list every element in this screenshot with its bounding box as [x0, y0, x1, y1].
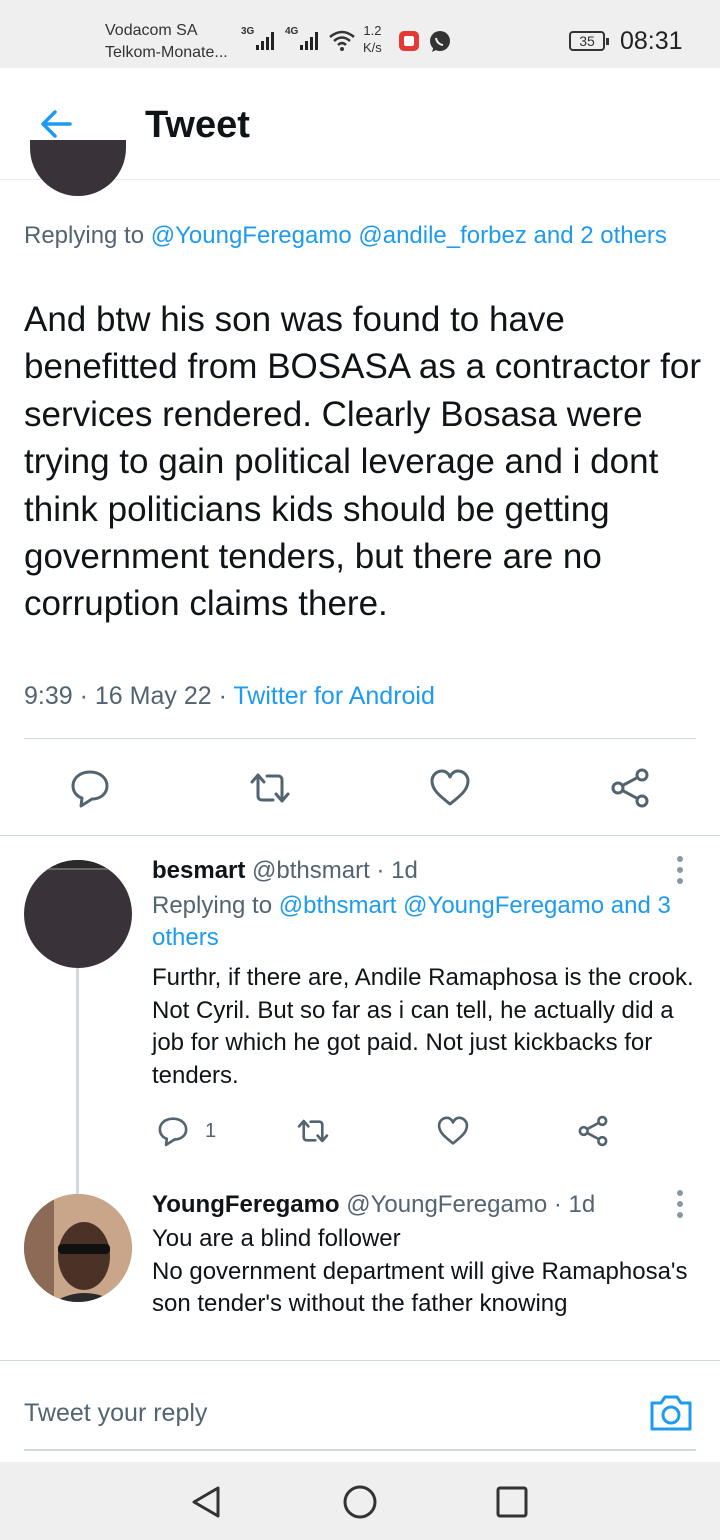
network-speed: 1.2 K/s — [363, 22, 382, 56]
reply-header: besmart @bthsmart · 1d — [152, 857, 418, 884]
reply-author-name[interactable]: besmart — [152, 857, 245, 884]
carrier-1: Vodacom SA — [105, 22, 198, 39]
replying-to-users[interactable]: @YoungFeregamo @andile_forbez — [151, 222, 527, 249]
reply-icon — [158, 1117, 188, 1147]
speed-value: 1.2 — [363, 23, 382, 38]
like-icon — [430, 769, 470, 806]
reply-input[interactable]: Tweet your reply — [24, 1399, 207, 1428]
avatar[interactable] — [24, 860, 132, 968]
author-avatar[interactable] — [30, 140, 126, 196]
camera-icon[interactable] — [648, 1391, 694, 1433]
nav-home-icon[interactable] — [340, 1482, 380, 1522]
nav-recents-icon[interactable] — [492, 1482, 532, 1522]
share-icon — [578, 1115, 608, 1147]
retweet-button[interactable] — [248, 766, 292, 810]
reply-icon — [71, 770, 109, 808]
signal-1-icon — [256, 30, 274, 50]
page-title: Tweet — [145, 104, 250, 146]
reply-header: YoungFeregamo @YoungFeregamo · 1d — [152, 1191, 596, 1218]
reply-age: 1d — [391, 857, 418, 884]
avatar[interactable] — [24, 1194, 132, 1302]
divider — [0, 835, 720, 836]
tweet-date: 16 May 22 — [94, 682, 212, 710]
reply-composer: Tweet your reply — [0, 1360, 720, 1460]
tweet-meta: 9:39 · 16 May 22 · Twitter for Android — [24, 682, 435, 710]
share-button[interactable] — [608, 766, 652, 810]
signal-1-type: 3G — [241, 26, 255, 37]
replying-to-users[interactable]: @bthsmart @YoungFeregamo — [279, 892, 604, 919]
speed-unit: K/s — [363, 40, 382, 55]
tweet-text: And btw his son was found to have benefi… — [24, 300, 701, 624]
like-button[interactable] — [436, 1114, 470, 1148]
avatar-photo — [24, 1194, 132, 1302]
reply-author-handle[interactable]: @bthsmart — [252, 857, 370, 884]
reply-author-name[interactable]: YoungFeregamo — [152, 1191, 340, 1218]
reply-age: 1d — [568, 1191, 596, 1218]
status-bar: Vodacom SA Telkom-Monate... 3G 4G 1.2 K/… — [0, 0, 720, 68]
carrier-2: Telkom-Monate... — [105, 44, 228, 61]
carrier-info: Vodacom SA Telkom-Monate... — [105, 20, 228, 64]
reply-text-line: No government department will give Ramap… — [152, 1257, 688, 1318]
reply-author-handle[interactable]: @YoungFeregamo — [346, 1191, 547, 1218]
reply-button[interactable] — [156, 1114, 190, 1148]
retweet-icon — [250, 773, 290, 803]
battery-icon: 35 — [569, 31, 609, 51]
replying-to-others[interactable]: and 2 others — [527, 222, 666, 249]
reply-text-line: You are a blind follower — [152, 1225, 401, 1252]
system-nav-bar — [0, 1462, 720, 1540]
retweet-button[interactable] — [296, 1114, 330, 1148]
divider — [24, 1449, 696, 1451]
tweet-source[interactable]: Twitter for Android — [233, 682, 434, 710]
signal-2-type: 4G — [285, 26, 299, 37]
back-arrow-icon[interactable] — [38, 106, 74, 142]
thread-line — [76, 968, 79, 1194]
reply-button[interactable] — [68, 766, 112, 810]
reply-replying-to: Replying to @bthsmart @YoungFeregamo and… — [152, 892, 671, 951]
reply-text: You are a blind follower No government d… — [152, 1223, 697, 1321]
divider — [24, 738, 696, 739]
status-time: 08:31 — [620, 27, 683, 55]
like-icon — [437, 1116, 469, 1145]
nav-back-icon[interactable] — [186, 1482, 226, 1522]
signal-2-icon — [300, 30, 318, 50]
retweet-icon — [297, 1119, 329, 1143]
whatsapp-icon — [430, 31, 450, 52]
like-button[interactable] — [428, 766, 472, 810]
reply-count: 1 — [205, 1120, 217, 1142]
wifi-icon — [329, 30, 355, 51]
replying-to: Replying to @YoungFeregamo @andile_forbe… — [24, 222, 667, 249]
reply-text: Furthr, if there are, Andile Ramaphosa i… — [152, 964, 694, 1090]
more-icon[interactable] — [676, 1189, 684, 1219]
share-button[interactable] — [576, 1114, 610, 1148]
share-icon — [611, 768, 649, 808]
more-icon[interactable] — [676, 855, 684, 885]
notification-app-icon — [399, 31, 419, 51]
tweet-time: 9:39 — [24, 682, 73, 710]
